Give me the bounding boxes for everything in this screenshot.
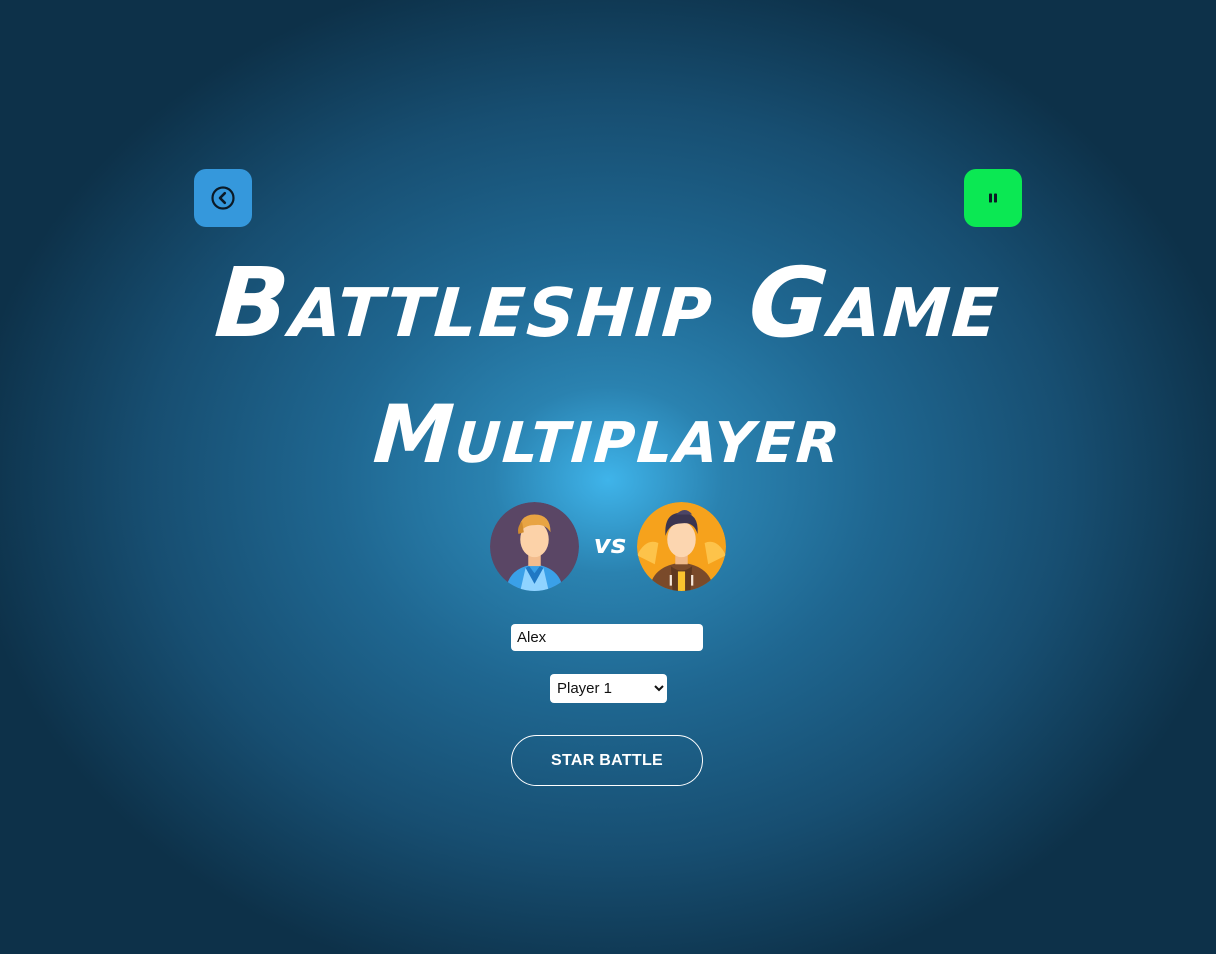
player1-avatar (490, 502, 579, 591)
circle-chevron-left-icon (211, 186, 235, 210)
pause-button[interactable] (964, 169, 1022, 227)
back-button[interactable] (194, 169, 252, 227)
start-battle-button[interactable]: STAR BATTLE (511, 735, 703, 786)
player-select[interactable]: Player 1 (550, 674, 667, 703)
player2-avatar (637, 502, 726, 591)
game-title: Battleship Game (211, 247, 1005, 359)
player-name-input[interactable] (511, 624, 703, 651)
vs-label: vs (593, 530, 627, 560)
pause-icon (989, 193, 997, 203)
game-subtitle: Multiplayer (370, 388, 846, 481)
